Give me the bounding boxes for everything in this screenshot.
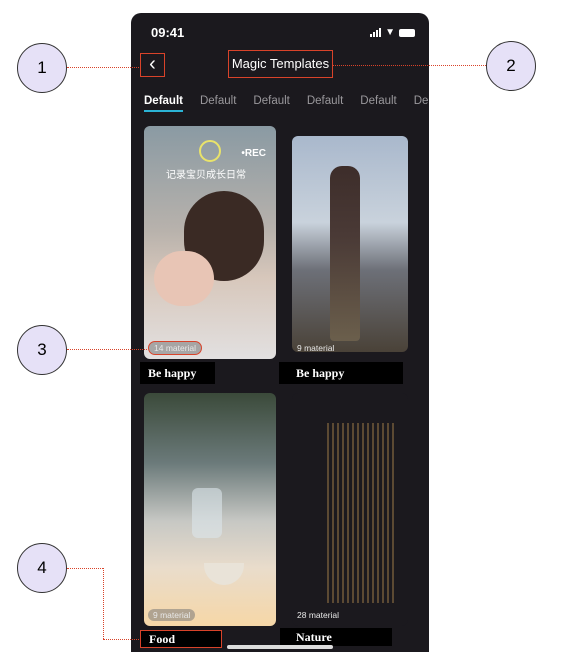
annotation-line (333, 65, 486, 66)
status-time: 09:41 (151, 25, 185, 40)
template-name: Be happy (279, 362, 403, 384)
tab-default[interactable]: Default (200, 95, 236, 112)
category-tabs: Default Default Default Default Default … (144, 95, 428, 112)
annotation-line (103, 639, 141, 640)
material-count: 9 material (148, 609, 196, 621)
home-indicator (227, 645, 333, 649)
annotation-line (67, 349, 147, 350)
tab-default[interactable]: Default (360, 95, 396, 112)
material-count: 28 material (297, 610, 340, 620)
signal-icon (370, 28, 382, 37)
tab-default[interactable]: Default (144, 95, 183, 112)
annotation-line (67, 67, 139, 68)
page-title: Magic Templates (228, 50, 333, 78)
annotation-2: 2 (486, 41, 536, 91)
photo-bowl (204, 563, 244, 585)
photo-baby (154, 251, 214, 306)
annotation-line (103, 568, 104, 639)
rec-text: •REC (241, 148, 266, 159)
status-icons: ▼ (370, 27, 415, 38)
template-card[interactable]: 28 material (292, 393, 408, 626)
tab-default[interactable]: Default (307, 95, 343, 112)
sun-icon (199, 140, 221, 162)
template-card[interactable]: •REC 记录宝贝成长日常 14 material (144, 126, 276, 359)
material-count: 9 material (297, 343, 335, 352)
annotation-line (67, 568, 103, 569)
back-button[interactable]: ‹ (140, 53, 165, 77)
photo-person (330, 166, 360, 341)
tab-default[interactable]: Default (253, 95, 289, 112)
wifi-icon: ▼ (385, 27, 395, 38)
overlay-text: 记录宝贝成长日常 (166, 170, 246, 181)
template-name: Food (140, 630, 222, 648)
annotation-1: 1 (17, 43, 67, 93)
template-name: Nature (280, 628, 392, 646)
template-name: Be happy (140, 362, 215, 384)
phone-screen: 09:41 ▼ ‹ Magic Templates Default Defaul… (131, 13, 429, 652)
battery-icon (399, 28, 415, 37)
template-card[interactable]: 9 material (292, 136, 408, 352)
material-count: 14 material (148, 341, 203, 355)
photo-abstract (327, 423, 397, 603)
photo-glass (192, 488, 222, 538)
tab-default[interactable]: De (414, 95, 429, 112)
chevron-left-icon: ‹ (149, 53, 156, 75)
annotation-3: 3 (17, 325, 67, 375)
annotation-4: 4 (17, 543, 67, 593)
template-card[interactable]: 9 material (144, 393, 276, 626)
